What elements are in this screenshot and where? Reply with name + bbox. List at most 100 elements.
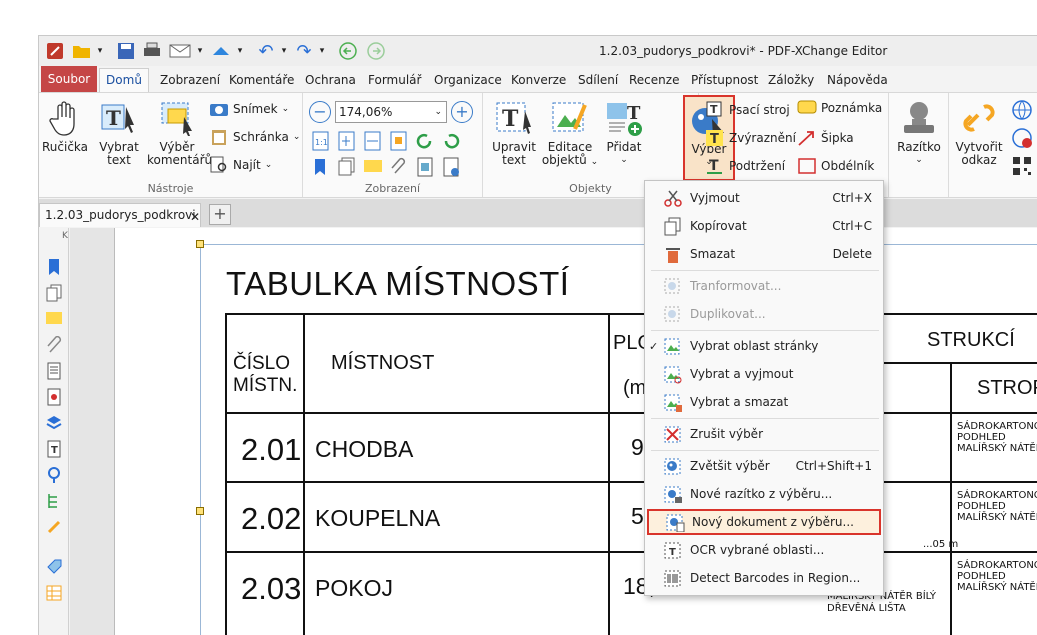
selection-handle[interactable] — [196, 507, 204, 515]
menu-item-shortcut: Delete — [832, 247, 872, 261]
web-link-icon[interactable] — [1011, 99, 1033, 121]
close-icon[interactable]: ✕ — [190, 206, 200, 228]
snapshot-label: Snímek — [233, 102, 278, 116]
zoom-out-button[interactable]: − — [309, 101, 331, 123]
fit-width-icon[interactable] — [363, 131, 383, 151]
pages-icon[interactable] — [337, 157, 357, 177]
tab-convert[interactable]: Konverze — [511, 70, 566, 92]
print-icon[interactable] — [141, 40, 163, 62]
chevron-down-icon[interactable]: ▾ — [279, 40, 289, 62]
menu-item-copy[interactable]: Kopírovat Ctrl+C — [645, 213, 885, 239]
tab-help[interactable]: Nápověda — [827, 70, 888, 92]
pdf-page[interactable]: TABULKA MÍSTNOSTÍ ČÍSLO MÍSTN. MÍSTNOST … — [114, 228, 1037, 635]
fit-page-icon[interactable] — [337, 131, 357, 151]
rectangle-button[interactable]: Obdélník — [797, 157, 874, 175]
content-icon[interactable] — [46, 362, 62, 380]
menu-item-delete[interactable]: Smazat Delete — [645, 241, 885, 267]
attachments-icon[interactable] — [46, 336, 62, 354]
menu-item-select-and-cut[interactable]: Vybrat a vyjmout — [645, 361, 885, 387]
comments-icon[interactable] — [46, 310, 62, 328]
selection-handle[interactable] — [196, 240, 204, 248]
menu-item-new-document-from-selection[interactable]: Nový dokument z výběru... — [647, 509, 881, 535]
stamp-group: Razítko ⌄ — [889, 93, 949, 197]
chevron-down-icon[interactable]: ▾ — [95, 40, 105, 62]
arrow-button[interactable]: Šipka — [797, 129, 854, 147]
open-folder-icon[interactable] — [71, 40, 93, 62]
tab-bookmarks[interactable]: Záložky — [768, 70, 814, 92]
actual-size-icon[interactable]: 1:1 — [311, 131, 331, 151]
edit-objects-button[interactable]: Editace objektů ⌄ — [541, 99, 599, 169]
tab-share[interactable]: Sdílení — [578, 70, 618, 92]
highlight-button[interactable]: T Zvýraznění — [705, 129, 796, 147]
tab-accessibility[interactable]: Přístupnost — [691, 70, 758, 92]
zoom-in-button[interactable]: + — [451, 101, 473, 123]
menu-item-new-stamp-from-selection[interactable]: Nové razítko z výběru... — [645, 481, 885, 507]
layers-icon[interactable] — [441, 157, 461, 177]
remove-link-icon[interactable] — [1011, 127, 1033, 149]
document-viewer[interactable]: TABULKA MÍSTNOSTÍ ČÍSLO MÍSTN. MÍSTNOST … — [70, 228, 1037, 635]
bookmark-icon[interactable] — [311, 157, 331, 177]
fit-visible-icon[interactable] — [389, 131, 409, 151]
table-icon[interactable] — [46, 584, 62, 602]
select-comments-button[interactable]: Výběr komentářů — [147, 99, 212, 167]
stamp-button[interactable]: Razítko ⌄ — [891, 99, 947, 167]
save-icon[interactable] — [115, 40, 137, 62]
tab-view[interactable]: Zobrazení — [160, 70, 220, 92]
tag-icon[interactable] — [46, 558, 62, 576]
rotate-right-icon[interactable] — [441, 131, 461, 151]
tab-file[interactable]: Soubor — [41, 66, 97, 92]
snapshot-button[interactable]: Snímek ⌄ — [209, 100, 289, 118]
comments-pane-icon[interactable] — [363, 157, 383, 177]
forward-icon[interactable] — [365, 40, 387, 62]
tab-review[interactable]: Recenze — [629, 70, 679, 92]
arrow-label: Šipka — [821, 131, 854, 145]
menu-item-cancel-selection[interactable]: Zrušit výběr — [645, 421, 885, 447]
find-button[interactable]: Najít ⌄ — [209, 156, 272, 174]
layers-icon[interactable] — [46, 414, 62, 432]
tab-home[interactable]: Domů — [99, 68, 149, 92]
tab-comments[interactable]: Komentáře — [229, 70, 294, 92]
menu-item-select-and-delete[interactable]: Vybrat a smazat — [645, 389, 885, 415]
bookmarks-icon[interactable] — [46, 258, 62, 276]
typewriter-button[interactable]: T Psací stroj — [705, 101, 790, 119]
rotate-left-icon[interactable] — [415, 131, 435, 151]
document-tab[interactable]: 1.2.03_pudorys_podkrovi * ✕ — [39, 203, 201, 244]
cloud-upload-icon[interactable] — [209, 40, 233, 62]
note-button[interactable]: Poznámka — [797, 99, 882, 117]
new-tab-button[interactable]: + — [209, 204, 231, 225]
add-button[interactable]: T Přidat ⌄ — [599, 99, 649, 167]
menu-item-ocr-selected-areas[interactable]: T OCR vybrané oblasti... — [645, 537, 885, 563]
edit-text-button[interactable]: T Upravit text — [487, 99, 541, 167]
signatures-icon[interactable] — [46, 388, 62, 406]
back-icon[interactable] — [337, 40, 359, 62]
zoom-combo[interactable]: 174,06% ⌄ — [335, 101, 447, 123]
tab-protect[interactable]: Ochrana — [305, 70, 356, 92]
chevron-down-icon[interactable]: ▾ — [195, 40, 205, 62]
chevron-down-icon[interactable]: ▾ — [317, 40, 327, 62]
collapse-icon[interactable]: K — [62, 231, 68, 241]
create-link-button[interactable]: Vytvořit odkaz — [951, 99, 1007, 167]
email-icon[interactable] — [167, 40, 193, 62]
text-icon[interactable]: T — [46, 440, 62, 458]
redo-icon[interactable]: ↷ — [293, 40, 315, 62]
menu-item-detect-barcodes[interactable]: Detect Barcodes in Region... — [645, 565, 885, 591]
menu-item-enlarge-selection[interactable]: Zvětšit výběr Ctrl+Shift+1 — [645, 453, 885, 479]
tab-organize[interactable]: Organizace — [434, 70, 502, 92]
menu-item-select-page-area[interactable]: ✓ Vybrat oblast stránky — [645, 333, 885, 359]
undo-icon[interactable]: ↶ — [255, 40, 277, 62]
clipboard-button[interactable]: Schránka ⌄ — [209, 128, 300, 146]
tab-form[interactable]: Formulář — [368, 70, 421, 92]
underline-button[interactable]: T Podtržení — [705, 157, 785, 175]
menu-item-cut[interactable]: Vyjmout Ctrl+X — [645, 185, 885, 211]
attachment-icon[interactable] — [389, 157, 409, 177]
select-text-button[interactable]: T Vybrat text — [91, 99, 147, 167]
hand-tool-button[interactable]: Ručička — [41, 99, 89, 154]
page-content-icon[interactable] — [415, 157, 435, 177]
thumbnails-icon[interactable] — [46, 284, 62, 302]
qr-code-icon[interactable] — [1011, 155, 1033, 177]
edit-text-label: Upravit text — [492, 140, 536, 167]
chevron-down-icon[interactable]: ▾ — [235, 40, 245, 62]
structure-icon[interactable] — [46, 492, 62, 510]
links-icon[interactable] — [46, 518, 62, 536]
location-icon[interactable] — [46, 466, 62, 484]
